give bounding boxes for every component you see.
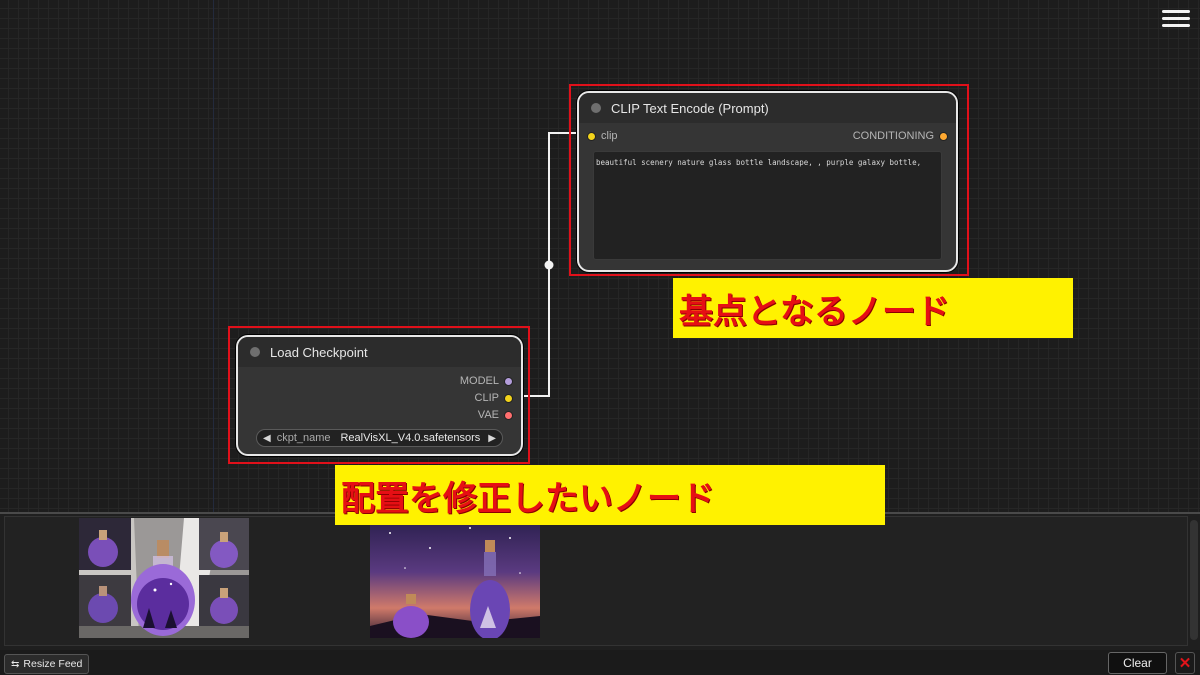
annotation-highlight-box-bottom [228, 326, 530, 464]
close-icon[interactable]: ✕ [1175, 652, 1195, 674]
hamburger-menu-icon[interactable] [1162, 6, 1190, 32]
resize-feed-button[interactable]: ⇆ Resize Feed [4, 654, 90, 674]
clear-button[interactable]: Clear [1108, 652, 1167, 674]
annotation-label-bottom: 配置を修正したいノード [335, 465, 885, 525]
resize-icon: ⇆ [11, 658, 20, 670]
image-feed-panel[interactable] [0, 512, 1200, 650]
annotation-highlight-box-top [569, 84, 969, 276]
purple-galaxy-bottle-landscape-image[interactable] [370, 518, 540, 638]
annotation-label-top: 基点となるノード [673, 278, 1073, 338]
purple-galaxy-bottle-grid-image[interactable] [79, 518, 249, 638]
node-graph-canvas[interactable]: CLIP Text Encode (Prompt) clip CONDITION… [0, 0, 1200, 512]
feed-scrollbar[interactable] [1190, 520, 1198, 640]
resize-feed-label: Resize Feed [23, 658, 83, 670]
bottom-toolbar: ⇆ Resize Feed Clear ✕ [0, 650, 1200, 675]
link-midpoint-handle [544, 260, 554, 270]
